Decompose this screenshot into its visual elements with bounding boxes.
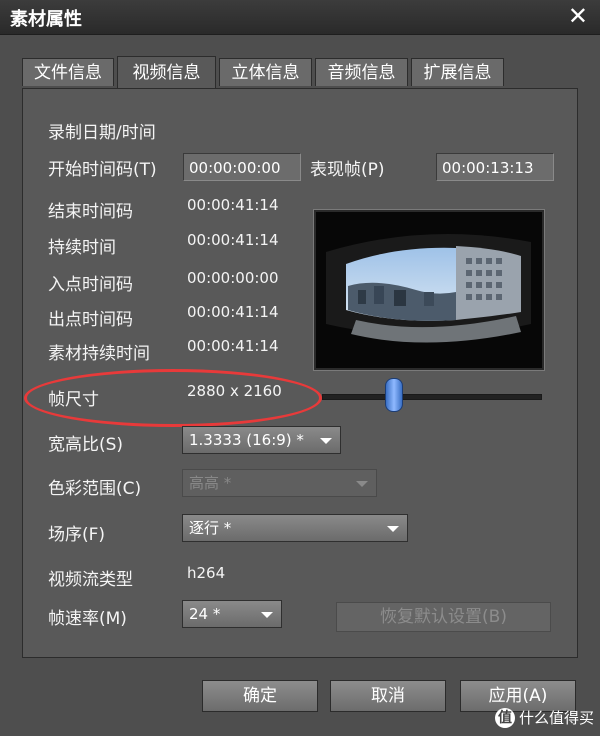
watermark-badge-icon: 值 — [494, 708, 515, 728]
frame-rate-label: 帧速率(M) — [48, 609, 127, 629]
record-date-label: 录制日期/时间 — [48, 123, 156, 143]
frame-size-label: 帧尺寸 — [48, 390, 99, 410]
field-order-label: 场序(F) — [48, 525, 106, 545]
poster-frame-label: 表现帧(P) — [310, 160, 385, 180]
window-title: 素材属性 — [10, 9, 82, 30]
aspect-ratio-dropdown[interactable]: 1.3333 (16:9) * — [182, 426, 341, 454]
start-timecode-field[interactable]: 00:00:00:00 — [183, 153, 301, 181]
restore-defaults-button: 恢复默认设置(B) — [336, 602, 551, 632]
preview-scrub-slider-thumb[interactable] — [384, 378, 403, 412]
field-order-dropdown[interactable]: 逐行 * — [182, 514, 408, 542]
color-range-value: 高高 * — [189, 474, 232, 492]
frame-rate-dropdown[interactable]: 24 * — [182, 600, 282, 628]
clip-preview-thumbnail — [313, 209, 545, 371]
close-icon[interactable]: ✕ — [568, 2, 588, 30]
tab-video-info[interactable]: 视频信息 — [117, 56, 216, 88]
field-order-value: 逐行 * — [189, 519, 232, 537]
preview-scrub-slider-track[interactable] — [322, 394, 542, 400]
tab-extended-info[interactable]: 扩展信息 — [411, 58, 504, 86]
ok-button[interactable]: 确定 — [202, 680, 318, 712]
start-timecode-label: 开始时间码(T) — [48, 160, 157, 180]
cancel-button[interactable]: 取消 — [330, 680, 446, 712]
color-range-label: 色彩范围(C) — [48, 479, 142, 499]
frame-rate-value: 24 * — [189, 605, 221, 623]
title-bar: 素材属性 ✕ — [0, 0, 600, 35]
clip-duration-value: 00:00:41:14 — [187, 337, 279, 355]
clip-duration-label: 素材持续时间 — [48, 344, 150, 364]
end-timecode-label: 结束时间码 — [48, 202, 133, 222]
preview-image — [316, 212, 542, 368]
tab-file-info[interactable]: 文件信息 — [22, 58, 114, 86]
chevron-down-icon — [387, 526, 399, 532]
tab-audio-info[interactable]: 音频信息 — [315, 58, 408, 86]
in-timecode-value: 00:00:00:00 — [187, 269, 279, 287]
out-timecode-label: 出点时间码 — [48, 310, 133, 330]
out-timecode-value: 00:00:41:14 — [187, 303, 279, 321]
end-timecode-value: 00:00:41:14 — [187, 196, 279, 214]
watermark-text: 什么值得买 — [518, 708, 594, 727]
aspect-ratio-value: 1.3333 (16:9) * — [189, 431, 304, 449]
aspect-ratio-label: 宽高比(S) — [48, 435, 124, 455]
chevron-down-icon — [261, 612, 273, 618]
duration-label: 持续时间 — [48, 238, 116, 258]
site-watermark: 值什么值得买 — [494, 707, 594, 728]
stream-type-label: 视频流类型 — [48, 570, 133, 590]
frame-size-value: 2880 x 2160 — [187, 382, 282, 400]
duration-value: 00:00:41:14 — [187, 231, 279, 249]
color-range-dropdown: 高高 * — [182, 469, 377, 497]
tab-stereo-info[interactable]: 立体信息 — [219, 58, 312, 86]
chevron-down-icon — [320, 438, 332, 444]
stream-type-value: h264 — [187, 564, 226, 582]
poster-frame-field[interactable]: 00:00:13:13 — [436, 153, 554, 181]
chevron-down-icon — [356, 481, 368, 487]
in-timecode-label: 入点时间码 — [48, 275, 133, 295]
